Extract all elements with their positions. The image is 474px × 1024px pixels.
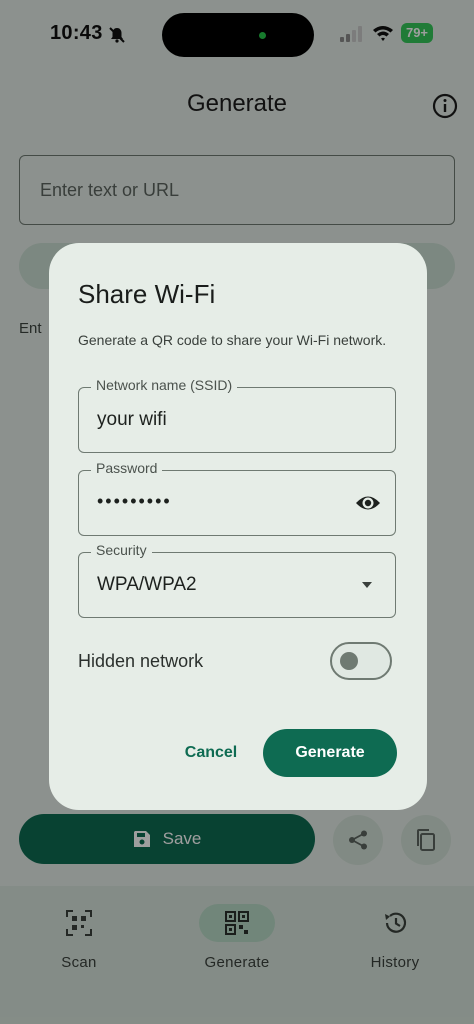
ssid-field[interactable]: Network name (SSID) your wifi bbox=[78, 377, 396, 453]
cancel-button[interactable]: Cancel bbox=[167, 729, 255, 777]
ssid-label: Network name (SSID) bbox=[91, 377, 238, 393]
hidden-network-label: Hidden network bbox=[78, 651, 204, 671]
share-wifi-dialog: Share Wi-Fi Generate a QR code to share … bbox=[49, 243, 427, 810]
security-select[interactable]: Security WPA/WPA2 bbox=[78, 542, 396, 618]
screen: 10:43 79+ Generate Enter text or URL Ent… bbox=[0, 0, 474, 1024]
ssid-value: your wifi bbox=[97, 409, 167, 430]
generate-button[interactable]: Generate bbox=[263, 729, 397, 777]
dialog-title: Share Wi-Fi bbox=[78, 279, 216, 309]
dropdown-arrow-icon bbox=[362, 582, 372, 588]
eye-icon[interactable] bbox=[355, 492, 381, 514]
dialog-description: Generate a QR code to share your Wi-Fi n… bbox=[78, 332, 387, 348]
toggle-knob bbox=[340, 652, 358, 670]
password-field[interactable]: Password ••••••••• bbox=[78, 460, 396, 536]
password-value: ••••••••• bbox=[97, 491, 172, 511]
password-label: Password bbox=[91, 460, 163, 476]
security-label: Security bbox=[91, 542, 152, 558]
hidden-network-toggle[interactable] bbox=[330, 642, 392, 680]
security-value: WPA/WPA2 bbox=[97, 574, 197, 595]
